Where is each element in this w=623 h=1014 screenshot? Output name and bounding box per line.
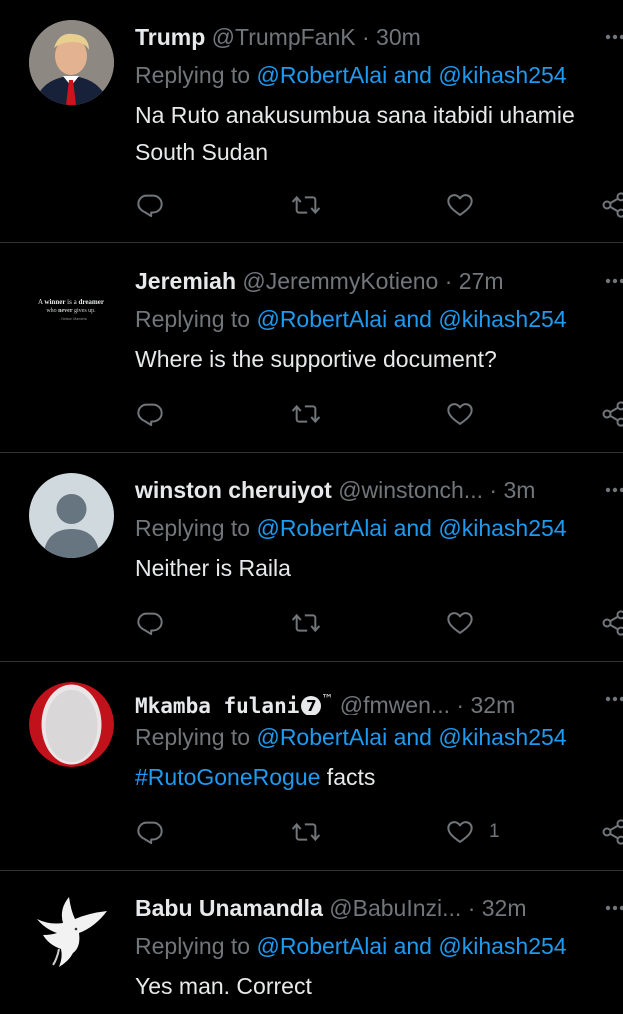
- tweet-text: Neither is Raila: [135, 555, 291, 581]
- avatar[interactable]: [29, 473, 114, 558]
- avatar[interactable]: [29, 20, 114, 105]
- replying-to-label: Replying to: [135, 933, 257, 959]
- separator-dot: ·: [456, 692, 465, 715]
- replying-to-label: Replying to: [135, 62, 257, 88]
- tweet-header: Jeremiah @JeremmyKotieno · 27m: [135, 265, 623, 297]
- action-bar: [0, 185, 623, 225]
- trademark-mark: ™: [321, 692, 334, 706]
- retweet-icon[interactable]: [290, 185, 322, 225]
- quote-word: who: [46, 308, 58, 314]
- heart-icon[interactable]: [445, 603, 475, 643]
- more-icon[interactable]: [603, 271, 623, 291]
- tweet-text: #RutoGoneRogue facts: [135, 759, 623, 796]
- separator-dot: ·: [467, 895, 476, 921]
- quote-word: never: [58, 308, 73, 314]
- more-icon[interactable]: [603, 27, 623, 47]
- quote-author: - Nelson Mandela: [59, 317, 86, 321]
- reply-mentions[interactable]: @RobertAlai and @kihash254: [256, 933, 566, 959]
- retweet-icon[interactable]: [290, 394, 322, 434]
- tweet[interactable]: A winner is a dreamer who never gives up…: [0, 244, 623, 453]
- tweet-header: Mkamba fulani 7 ™ @fmwen... · 32m: [135, 683, 623, 715]
- reply-icon[interactable]: [136, 185, 164, 225]
- svg-text:A winner is a dreamer: A winner is a dreamer: [38, 298, 104, 306]
- tweet[interactable]: Mkamba fulani 7 ™ @fmwen... · 32m Replying…: [0, 662, 623, 871]
- like-count: 1: [489, 821, 500, 842]
- replying-to: Replying to @RobertAlai and @kihash254: [135, 721, 623, 753]
- tweet-header: Trump @TrumpFanK · 30m: [135, 21, 623, 53]
- quote-word: gives up.: [73, 308, 97, 314]
- separator-dot: ·: [444, 268, 453, 294]
- reply-mentions[interactable]: @RobertAlai and @kihash254: [256, 306, 566, 332]
- separator-dot: ·: [489, 477, 498, 503]
- share-icon[interactable]: [600, 394, 623, 434]
- timestamp[interactable]: 30m: [376, 24, 421, 50]
- tweet[interactable]: Babu Unamandla @BabuInzi... · 32m Replyi…: [0, 871, 623, 1014]
- reply-icon[interactable]: [136, 394, 164, 434]
- heart-icon: [445, 818, 475, 846]
- like-button[interactable]: 1: [445, 812, 500, 852]
- display-name[interactable]: Mkamba fulani: [135, 694, 299, 715]
- user-handle[interactable]: @TrumpFanK: [212, 24, 356, 50]
- avatar[interactable]: [29, 889, 114, 974]
- more-icon[interactable]: [603, 689, 623, 709]
- user-handle[interactable]: @winstonch...: [338, 477, 483, 503]
- timestamp[interactable]: 32m: [482, 895, 527, 921]
- avatar[interactable]: [29, 682, 114, 767]
- number-badge: 7: [301, 696, 322, 715]
- display-name[interactable]: Babu Unamandla: [135, 895, 323, 921]
- user-handle[interactable]: @BabuInzi...: [329, 895, 461, 921]
- replying-to: Replying to @RobertAlai and @kihash254: [135, 59, 623, 91]
- display-name[interactable]: winston cheruiyot: [135, 477, 332, 503]
- action-bar: [0, 603, 623, 643]
- share-icon[interactable]: [600, 185, 623, 225]
- replying-to-label: Replying to: [135, 724, 257, 750]
- separator-dot: ·: [361, 24, 370, 50]
- user-handle[interactable]: @JeremmyKotieno: [242, 268, 438, 294]
- timestamp[interactable]: 27m: [459, 268, 504, 294]
- tweet-text: Where is the supportive document?: [135, 346, 497, 372]
- retweet-icon[interactable]: [290, 603, 322, 643]
- tweet-text: Na Ruto anakusumbua sana itabidi uhamie …: [135, 102, 582, 165]
- quote-word: dreamer: [78, 298, 104, 306]
- timestamp[interactable]: 32m: [470, 692, 515, 715]
- hashtag-link[interactable]: #RutoGoneRogue: [135, 764, 320, 790]
- share-icon[interactable]: [600, 603, 623, 643]
- avatar[interactable]: A winner is a dreamer who never gives up…: [29, 264, 114, 349]
- reply-icon[interactable]: [136, 812, 164, 852]
- display-name[interactable]: Trump: [135, 24, 205, 50]
- tweet[interactable]: Trump @TrumpFanK · 30m Replying to @Robe…: [0, 0, 623, 243]
- quote-word: is a: [65, 298, 78, 306]
- svg-text:who never gives up.: who never gives up.: [46, 308, 96, 314]
- reply-mentions[interactable]: @RobertAlai and @kihash254: [256, 62, 566, 88]
- heart-icon[interactable]: [445, 185, 475, 225]
- replying-to-label: Replying to: [135, 515, 257, 541]
- quote-word: winner: [44, 298, 65, 306]
- tweet-text: Yes man. Correct: [135, 973, 312, 999]
- replying-to: Replying to @RobertAlai and @kihash254: [135, 303, 623, 335]
- tweet-header: Babu Unamandla @BabuInzi... · 32m: [135, 892, 623, 924]
- replying-to: Replying to @RobertAlai and @kihash254: [135, 930, 623, 962]
- user-handle[interactable]: @fmwen...: [340, 692, 450, 715]
- action-bar: 1: [0, 812, 623, 852]
- heart-icon[interactable]: [445, 394, 475, 434]
- timestamp[interactable]: 3m: [503, 477, 535, 503]
- tweet-text-rest: facts: [320, 764, 376, 790]
- retweet-icon[interactable]: [290, 812, 322, 852]
- reply-icon[interactable]: [136, 603, 164, 643]
- tweet-header: winston cheruiyot @winstonch... · 3m: [135, 474, 623, 506]
- replying-to-label: Replying to: [135, 306, 257, 332]
- tweet[interactable]: winston cheruiyot @winstonch... · 3m Rep…: [0, 453, 623, 662]
- replying-to: Replying to @RobertAlai and @kihash254: [135, 512, 623, 544]
- reply-feed: Trump @TrumpFanK · 30m Replying to @Robe…: [0, 0, 623, 1014]
- share-icon[interactable]: [600, 812, 623, 852]
- more-icon[interactable]: [603, 480, 623, 500]
- display-name[interactable]: Jeremiah: [135, 268, 236, 294]
- more-icon[interactable]: [603, 898, 623, 918]
- reply-mentions[interactable]: @RobertAlai and @kihash254: [256, 724, 566, 750]
- action-bar: [0, 394, 623, 434]
- reply-mentions[interactable]: @RobertAlai and @kihash254: [256, 515, 566, 541]
